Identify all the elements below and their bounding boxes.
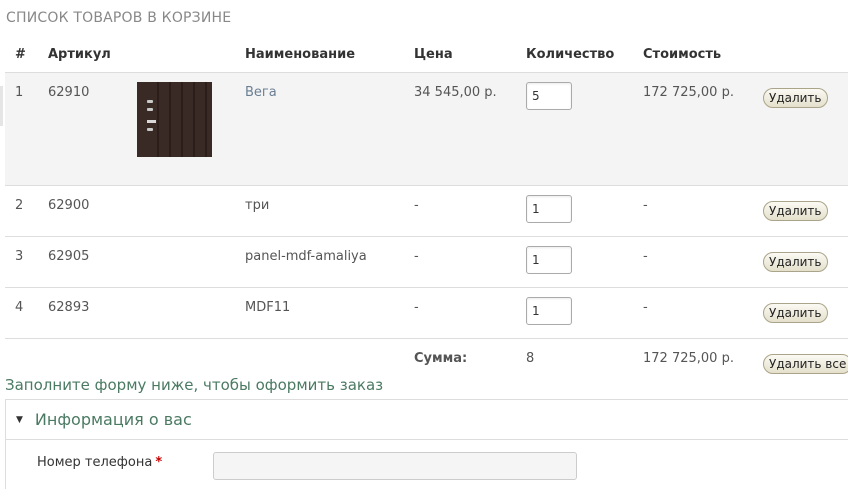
row-num: 2	[5, 185, 48, 237]
row-price: 34 545,00 р.	[414, 72, 526, 186]
row-num: 3	[5, 236, 48, 288]
row-price: -	[414, 236, 526, 288]
info-section: ▼ Информация о вас Номер телефона *	[5, 399, 848, 489]
product-name-link[interactable]: три	[245, 198, 269, 213]
table-header-row: # Артикул Наименование Цена Количество С…	[5, 36, 848, 73]
row-image-cell	[137, 185, 245, 237]
row-image-cell	[137, 236, 245, 288]
total-cost: 172 725,00 р.	[643, 338, 763, 389]
row-actions: Удалить	[763, 236, 848, 288]
delete-all-button[interactable]: Удалить все	[763, 354, 848, 374]
delete-button[interactable]: Удалить	[763, 303, 828, 323]
phone-field-row: Номер телефона *	[37, 455, 182, 470]
row-num: 1	[5, 72, 48, 186]
row-image-cell	[137, 72, 245, 186]
header-qty: Количество	[526, 46, 615, 62]
header-num: #	[15, 46, 26, 62]
header-image	[137, 36, 245, 73]
table-row: 2 62900 три - - Удалить	[5, 185, 848, 237]
row-sku: 62905	[48, 236, 137, 288]
caret-down-icon: ▼	[16, 414, 23, 425]
total-label: Сумма:	[414, 338, 526, 389]
header-cost: Стоимость	[643, 46, 722, 62]
table-row: 1 62910 Вега 34 545,00 р. 172 725,00 р	[5, 72, 848, 186]
product-name-link[interactable]: MDF11	[245, 300, 290, 315]
delete-button[interactable]: Удалить	[763, 252, 828, 272]
row-cost: 172 725,00 р.	[643, 72, 763, 186]
phone-label-text: Номер телефона	[37, 455, 153, 470]
row-name-cell: Вега	[245, 72, 414, 186]
product-name-link[interactable]: panel-mdf-amaliya	[245, 249, 367, 264]
row-image-cell	[137, 287, 245, 339]
row-cost: -	[643, 236, 763, 288]
quantity-input[interactable]	[526, 195, 572, 223]
delete-button[interactable]: Удалить	[763, 88, 828, 108]
phone-label: Номер телефона *	[37, 455, 182, 470]
product-name-link[interactable]: Вега	[245, 85, 277, 100]
phone-input[interactable]	[213, 452, 577, 480]
row-num: 4	[5, 287, 48, 339]
delete-button[interactable]: Удалить	[763, 201, 828, 221]
page-title: СПИСОК ТОВАРОВ В КОРЗИНЕ	[6, 10, 232, 26]
table-row: 4 62893 MDF11 - - Удалить	[5, 287, 848, 339]
total-actions: Удалить все	[763, 338, 848, 389]
header-price: Цена	[414, 46, 453, 62]
header-actions	[763, 36, 848, 73]
total-qty: 8	[526, 338, 643, 389]
info-section-title: Информация о вас	[34, 410, 192, 429]
row-actions: Удалить	[763, 185, 848, 237]
row-actions: Удалить	[763, 287, 848, 339]
row-qty-cell	[526, 72, 643, 186]
row-price: -	[414, 185, 526, 237]
info-section-header[interactable]: ▼ Информация о вас	[6, 400, 848, 440]
row-cost: -	[643, 287, 763, 339]
row-name-cell: MDF11	[245, 287, 414, 339]
row-name-cell: panel-mdf-amaliya	[245, 236, 414, 288]
row-sku: 62900	[48, 185, 137, 237]
cart-table: # Артикул Наименование Цена Количество С…	[5, 36, 848, 389]
quantity-input[interactable]	[526, 82, 572, 110]
header-name: Наименование	[245, 46, 356, 62]
row-sku: 62893	[48, 287, 137, 339]
table-row: 3 62905 panel-mdf-amaliya - - Удалить	[5, 236, 848, 288]
left-edge-tab	[0, 86, 3, 126]
row-name-cell: три	[245, 185, 414, 237]
header-sku: Артикул	[48, 46, 111, 62]
required-mark: *	[155, 455, 163, 470]
order-form-hint: Заполните форму ниже, чтобы оформить зак…	[5, 376, 384, 394]
quantity-input[interactable]	[526, 246, 572, 274]
row-actions: Удалить	[763, 72, 848, 186]
row-qty-cell	[526, 185, 643, 237]
row-qty-cell	[526, 236, 643, 288]
row-price: -	[414, 287, 526, 339]
row-sku: 62910	[48, 72, 137, 186]
row-cost: -	[643, 185, 763, 237]
row-qty-cell	[526, 287, 643, 339]
product-image-door[interactable]	[137, 82, 212, 157]
quantity-input[interactable]	[526, 297, 572, 325]
